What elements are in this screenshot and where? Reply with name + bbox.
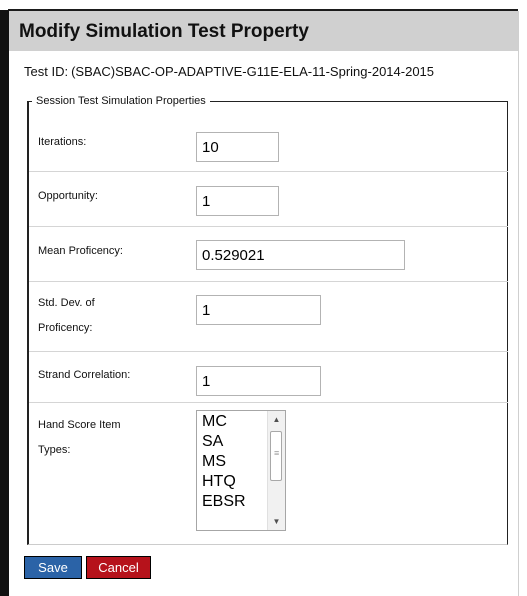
iterations-label: Iterations:	[38, 136, 87, 148]
strand-correlation-label: Strand Correlation:	[38, 369, 131, 381]
window-right-edge	[523, 10, 527, 596]
hand-score-item-types-listbox[interactable]: MC SA MS HTQ EBSR ▲ ≡ ▼	[196, 410, 286, 531]
scroll-thumb[interactable]: ≡	[270, 431, 282, 481]
iterations-row: Iterations:	[29, 121, 508, 172]
iterations-input[interactable]	[196, 132, 279, 162]
option-sa[interactable]: SA	[202, 432, 268, 452]
mean-proficiency-label: Mean Proficency:	[38, 245, 123, 257]
test-id-label: Test ID:	[24, 64, 69, 79]
properties-legend: Session Test Simulation Properties	[36, 95, 206, 107]
option-mc[interactable]: MC	[202, 412, 268, 432]
modify-simulation-dialog: Modify Simulation Test Property Test ID:…	[9, 11, 519, 596]
session-test-simulation-properties: Session Test Simulation Properties Itera…	[27, 95, 508, 545]
dialog-title-bar: Modify Simulation Test Property	[9, 11, 518, 51]
option-htq[interactable]: HTQ	[202, 472, 268, 492]
strand-correlation-input[interactable]	[196, 366, 321, 396]
scroll-down-arrow-icon[interactable]: ▼	[268, 513, 285, 530]
hand-score-options: MC SA MS HTQ EBSR	[202, 412, 268, 512]
std-dev-input[interactable]	[196, 295, 321, 325]
grip-lines-icon: ≡	[274, 448, 280, 458]
save-button[interactable]: Save	[24, 556, 82, 579]
listbox-scrollbar[interactable]: ▲ ≡ ▼	[267, 411, 285, 530]
window-left-edge	[0, 10, 9, 596]
hand-score-row: Hand Score Item Types: MC SA MS HTQ EBSR…	[29, 402, 508, 552]
opportunity-input[interactable]	[196, 186, 279, 216]
option-ms[interactable]: MS	[202, 452, 268, 472]
strand-correlation-row: Strand Correlation:	[29, 351, 508, 403]
cancel-button[interactable]: Cancel	[86, 556, 151, 579]
hand-score-label-line2: Types:	[38, 444, 71, 456]
screen: Modify Simulation Test Property Test ID:…	[0, 0, 527, 596]
test-id-value: (SBAC)SBAC-OP-ADAPTIVE-G11E-ELA-11-Sprin…	[71, 64, 435, 79]
test-id-line: Test ID: (SBAC)SBAC-OP-ADAPTIVE-G11E-ELA-…	[24, 64, 434, 79]
std-dev-label-line1: Std. Dev. of	[38, 297, 95, 309]
dialog-title: Modify Simulation Test Property	[19, 21, 309, 42]
hand-score-label-line1: Hand Score Item	[38, 419, 121, 431]
mean-proficiency-row: Mean Proficency:	[29, 226, 508, 282]
mean-proficiency-input[interactable]	[196, 240, 405, 270]
scroll-up-arrow-icon[interactable]: ▲	[268, 411, 285, 428]
opportunity-label: Opportunity:	[38, 190, 98, 202]
std-dev-label-line2: Proficency:	[38, 322, 93, 334]
std-dev-row: Std. Dev. of Proficency:	[29, 281, 508, 352]
opportunity-row: Opportunity:	[29, 171, 508, 227]
option-ebsr[interactable]: EBSR	[202, 492, 268, 512]
